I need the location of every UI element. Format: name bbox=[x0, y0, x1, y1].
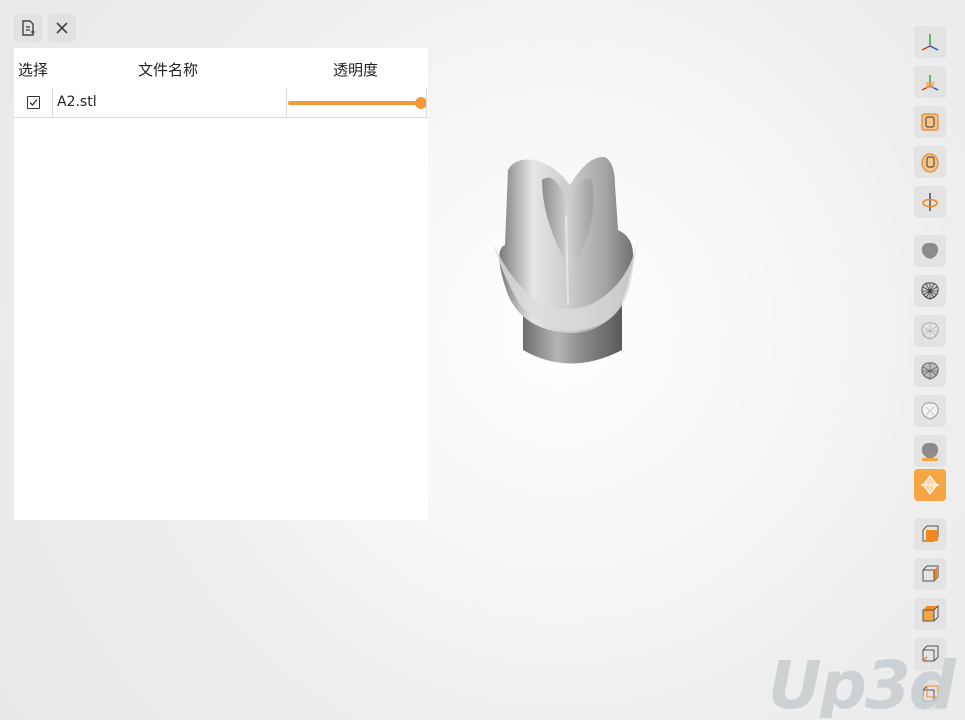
point-cloud-render-icon bbox=[921, 322, 939, 340]
shaded-render-icon bbox=[921, 442, 939, 461]
cube-right-icon bbox=[922, 565, 939, 582]
axis-reset-button[interactable] bbox=[914, 66, 946, 98]
mesh-render-button[interactable] bbox=[914, 355, 946, 387]
rotate-axis-icon bbox=[922, 193, 938, 211]
side-view-button[interactable] bbox=[914, 146, 946, 178]
select-column-header: 选择 bbox=[18, 61, 49, 79]
front-view-icon bbox=[921, 113, 939, 131]
transparency-slider[interactable] bbox=[288, 101, 420, 105]
filename-column-header: 文件名称 bbox=[138, 61, 199, 79]
rotate-axis-button[interactable] bbox=[914, 186, 946, 218]
side-view-icon bbox=[921, 153, 939, 173]
axis-view-button[interactable] bbox=[914, 26, 946, 58]
cube-top-view-button[interactable] bbox=[914, 598, 946, 630]
transparency-column-header: 透明度 bbox=[333, 61, 379, 79]
highlight-render-button[interactable] bbox=[914, 469, 946, 501]
cube-top-icon bbox=[922, 604, 939, 622]
close-icon bbox=[56, 22, 68, 34]
tooth-model-viewport[interactable] bbox=[480, 145, 650, 380]
mesh-render-icon bbox=[921, 362, 939, 380]
shaded-render-button[interactable] bbox=[914, 435, 946, 467]
solid-render-button[interactable] bbox=[914, 235, 946, 267]
axis-reset-icon bbox=[921, 75, 939, 91]
wireframe-render-button[interactable] bbox=[914, 275, 946, 307]
file-name: A2.stl bbox=[57, 94, 97, 110]
cube-front-view-button[interactable] bbox=[914, 518, 946, 550]
column-divider bbox=[52, 88, 53, 117]
transparent-render-button[interactable] bbox=[914, 395, 946, 427]
cube-right-view-button[interactable] bbox=[914, 558, 946, 590]
svg-text:Up3d: Up3d bbox=[768, 648, 957, 718]
point-cloud-render-button[interactable] bbox=[914, 315, 946, 347]
checkmark-icon bbox=[29, 99, 38, 106]
import-file-button[interactable] bbox=[14, 14, 42, 42]
table-header: 选择 文件名称 透明度 bbox=[14, 48, 428, 88]
close-button[interactable] bbox=[48, 14, 76, 42]
highlight-render-icon bbox=[921, 475, 939, 495]
file-import-icon bbox=[22, 20, 35, 36]
solid-render-icon bbox=[921, 242, 939, 259]
front-view-button[interactable] bbox=[914, 106, 946, 138]
wireframe-render-icon bbox=[921, 282, 939, 300]
axis-view-icon bbox=[921, 34, 939, 51]
transparent-render-icon bbox=[921, 402, 939, 420]
table-row[interactable]: A2.stl bbox=[14, 88, 428, 118]
select-checkbox[interactable] bbox=[27, 96, 40, 109]
file-list-panel: 选择 文件名称 透明度 A2.stl bbox=[14, 48, 428, 520]
column-divider bbox=[426, 88, 427, 117]
cube-front-icon bbox=[922, 525, 939, 542]
up3d-logo: Up3d bbox=[768, 648, 959, 718]
column-divider bbox=[286, 88, 287, 117]
